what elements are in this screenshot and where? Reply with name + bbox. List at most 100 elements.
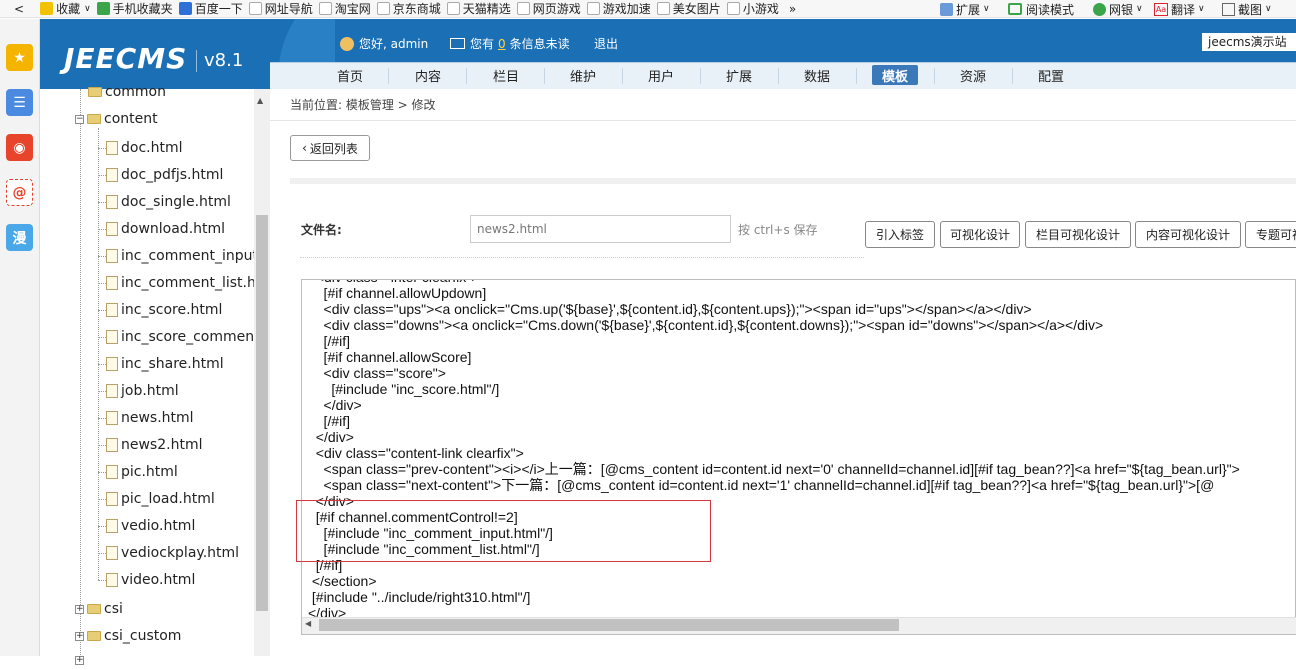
save-hint: 按 ctrl+s 保存 [738,223,818,237]
tree-file[interactable]: download.html [106,219,225,239]
nav-template[interactable]: 模板 [872,65,918,85]
code-line: [#include "../include/right310.html"/] [308,589,531,605]
insert-tag-button[interactable]: 引入标签 [865,221,935,248]
tree-folder-partial[interactable]: + [75,650,87,670]
nav-content[interactable]: 内容 [400,63,456,88]
code-line: </section> [308,573,377,589]
tree-file[interactable]: vediockplay.html [106,543,239,563]
nav-divider [700,68,701,84]
bookmark-item[interactable]: 百度一下 [178,0,243,17]
tree-file[interactable]: inc_score.html [106,300,222,320]
scroll-up-arrow-icon[interactable]: ▲ [257,96,263,105]
nav-resource[interactable]: 资源 [945,63,1001,88]
bookmark-item[interactable]: 手机收藏夹 [96,0,173,17]
tree-file[interactable]: pic.html [106,462,178,482]
reading-mode-button[interactable]: 阅读模式 [1008,0,1074,18]
site-selector[interactable]: jeecms演示站 [1202,33,1296,51]
file-icon [106,141,118,155]
bookmark-item[interactable]: 收藏 ∨ [40,0,91,17]
tree-file[interactable]: video.html [106,570,195,590]
code-line: <span class="prev-content"><i></i>上一篇：[@… [308,461,1240,477]
tree-folder-csi[interactable]: + csi [75,599,123,619]
topic-visual-design-button[interactable]: 专题可视 [1245,221,1296,248]
tree-connector [98,418,106,419]
browser-back-button[interactable]: < [14,0,24,17]
favorites-icon[interactable]: ★ [6,44,33,71]
collapse-icon[interactable]: − [75,114,84,124]
page-icon [726,2,740,15]
nav-channel[interactable]: 栏目 [478,63,534,88]
scroll-left-arrow-icon[interactable]: ◀ [305,619,311,628]
nav-maintain[interactable]: 维护 [555,63,611,88]
nav-data[interactable]: 数据 [789,63,845,88]
app-version: v8.1 [204,50,244,71]
file-icon [106,573,118,587]
logout-link[interactable]: 退出 [594,35,618,52]
channel-visual-design-button[interactable]: 栏目可视化设计 [1025,221,1131,248]
tree-file[interactable]: news2.html [106,435,202,455]
bookmark-item[interactable]: 小游戏 [726,0,779,17]
nav-divider [1012,68,1013,84]
code-line: <div class="score"> [308,365,446,381]
tree-file[interactable]: job.html [106,381,179,401]
message-count[interactable]: 0 [498,37,506,51]
expand-icon[interactable]: + [75,604,84,614]
extensions-button[interactable]: 扩展 ∨ [940,0,990,18]
list-icon[interactable]: ☰ [6,89,33,116]
nav-extend[interactable]: 扩展 [711,63,767,88]
tree-folder-csi-custom[interactable]: + csi_custom [75,626,181,646]
ebank-button[interactable]: 网银 ∨ [1093,0,1143,18]
tree-file[interactable]: doc.html [106,138,183,158]
bookmark-item[interactable]: 游戏加速 [586,0,651,17]
tree-folder-content[interactable]: − content [75,109,158,129]
tree-file[interactable]: vedio.html [106,516,195,536]
visual-design-button[interactable]: 可视化设计 [940,221,1020,248]
file-icon [106,276,118,290]
user-icon [340,36,354,51]
code-line: [/#if] [308,413,351,429]
more-bookmarks-button[interactable]: » [789,0,796,17]
nav-home[interactable]: 首页 [322,63,378,88]
bookmark-item[interactable]: 天猫精选 [446,0,511,17]
filename-input[interactable]: news2.html [470,215,731,243]
bookmark-item[interactable]: 美女图片 [656,0,721,17]
page-icon [656,2,670,15]
tree-file[interactable]: inc_share.html [106,354,224,374]
tree-file[interactable]: pic_load.html [106,489,215,509]
mail-icon[interactable]: @ [6,179,33,206]
nav-user[interactable]: 用户 [633,63,689,88]
content-visual-design-button[interactable]: 内容可视化设计 [1135,221,1241,248]
tree-file[interactable]: inc_score_comment [106,327,260,347]
template-code-editor[interactable]: <div class="inter clearfix"> [#if channe… [301,279,1296,635]
tree-scroll-thumb[interactable] [256,215,268,611]
tree-folder-common[interactable]: common [88,82,166,102]
logo-divider [196,50,197,72]
app-logo: JEECMS [64,42,188,75]
comic-icon[interactable]: 漫 [6,224,33,251]
bookmark-item[interactable]: 淘宝网 [318,0,371,17]
nav-divider [934,68,935,84]
weibo-icon[interactable]: ◉ [6,134,33,161]
translate-button[interactable]: Aa 翻译 ∨ [1154,0,1205,18]
code-scroll-thumb[interactable] [319,619,899,631]
tree-file[interactable]: doc_pdfjs.html [106,165,223,185]
screenshot-button[interactable]: 截图 ∨ [1222,0,1272,18]
expand-icon[interactable]: + [75,655,84,665]
tree-file[interactable]: news.html [106,408,194,428]
file-icon [106,465,118,479]
tree-file[interactable]: inc_comment_input [106,246,258,266]
grid-icon [940,2,953,16]
bookmark-item[interactable]: 网址导航 [248,0,313,17]
message-notice[interactable]: 您有 0 条信息未读 [450,35,570,52]
folder-open-icon [87,114,101,124]
tree-file[interactable]: doc_single.html [106,192,231,212]
page-icon [446,2,460,15]
tree-file[interactable]: inc_comment_list.ht [106,273,261,293]
nav-config[interactable]: 配置 [1023,63,1079,88]
expand-icon[interactable]: + [75,631,84,641]
bookmark-item[interactable]: 网页游戏 [516,0,581,17]
back-to-list-button[interactable]: ‹ 返回列表 [290,135,370,161]
file-icon [106,546,118,560]
section-divider [290,178,1296,184]
bookmark-item[interactable]: 京东商城 [376,0,441,17]
